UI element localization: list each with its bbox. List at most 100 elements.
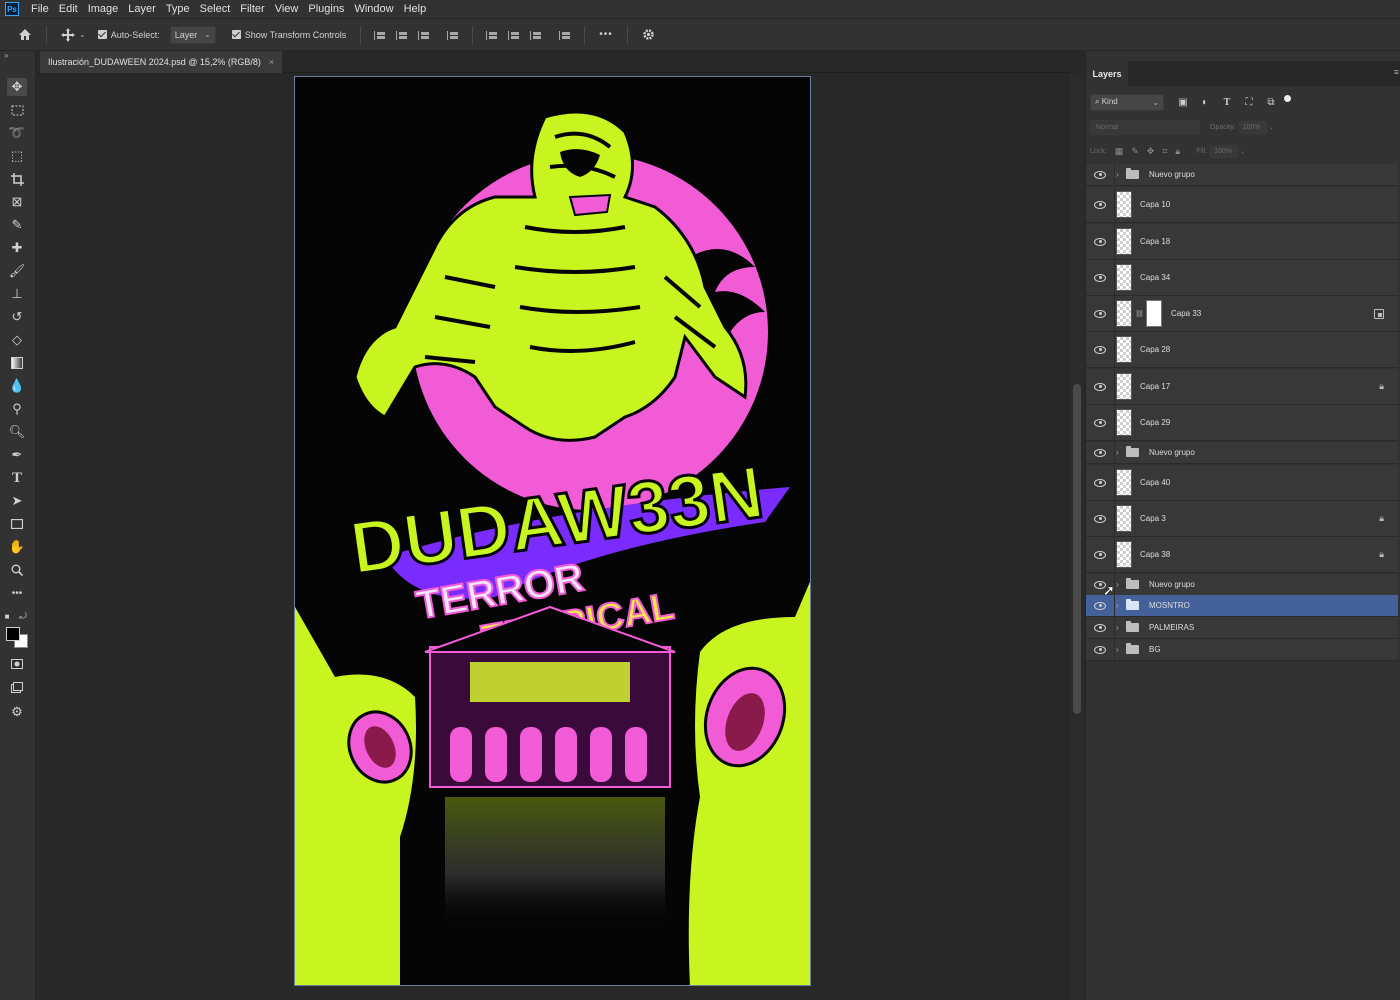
lasso-tool-icon[interactable]: ➰ — [7, 124, 27, 142]
brush-tool-icon[interactable]: 🖌 — [7, 262, 27, 280]
foreground-color-swatch[interactable] — [6, 627, 20, 641]
move-tool-preset-icon[interactable]: ⌄ — [61, 27, 86, 42]
layer-row[interactable]: › PALMEIRAS — [1086, 617, 1398, 639]
eyedropper-tool-icon[interactable]: ✎ — [7, 216, 27, 234]
scrollbar-thumb[interactable] — [1073, 384, 1081, 714]
visibility-eye-icon[interactable] — [1093, 478, 1107, 487]
gradient-tool-icon[interactable] — [7, 354, 27, 372]
visibility-eye-icon[interactable] — [1093, 623, 1107, 632]
menu-image[interactable]: Image — [84, 3, 125, 15]
visibility-eye-icon[interactable] — [1093, 514, 1107, 523]
visibility-eye-icon[interactable] — [1093, 170, 1107, 179]
visibility-eye-icon[interactable] — [1093, 448, 1107, 457]
dodge-tool-icon[interactable]: ⚲ — [7, 400, 27, 418]
layer-row[interactable]: Capa 28 — [1086, 332, 1398, 368]
layer-mask-thumbnail[interactable] — [1146, 300, 1162, 327]
distribute-horizontal-icon[interactable] — [447, 29, 459, 41]
chevron-down-icon[interactable]: ⌄ — [1269, 124, 1274, 131]
chevron-right-icon[interactable]: › — [1116, 601, 1119, 610]
more-options-button[interactable]: ••• — [599, 29, 613, 40]
lock-all-icon[interactable]: 🔒︎ — [1175, 146, 1180, 157]
visibility-eye-icon[interactable] — [1093, 418, 1107, 427]
artwork-canvas[interactable]: DUDAW33N TERROR TROPICAL — [294, 76, 811, 986]
align-bottom-icon[interactable] — [530, 29, 542, 41]
align-vertical-center-icon[interactable] — [508, 29, 520, 41]
layer-row[interactable]: Capa 38 🔒︎ — [1086, 537, 1398, 573]
path-select-tool-icon[interactable]: ➤ — [7, 492, 27, 510]
visibility-eye-icon[interactable] — [1093, 273, 1107, 282]
layer-row[interactable]: Capa 17 🔒︎ — [1086, 369, 1398, 405]
opacity-input[interactable]: 100% — [1238, 120, 1267, 134]
chevron-right-icon[interactable]: › — [1116, 580, 1119, 589]
eraser-tool-icon[interactable]: ◇ — [7, 331, 27, 349]
type-tool-icon[interactable]: T — [7, 469, 27, 487]
chevron-right-icon[interactable]: › — [1116, 448, 1119, 457]
layer-row[interactable]: Capa 29 — [1086, 405, 1398, 441]
auto-select-target-dropdown[interactable]: Layer ⌄ — [169, 25, 216, 44]
stamp-tool-icon[interactable]: ⊥ — [7, 285, 27, 303]
filter-toggle[interactable] — [1284, 94, 1291, 102]
object-select-tool-icon[interactable]: ⬚ — [7, 147, 27, 165]
crop-tool-icon[interactable] — [7, 170, 27, 188]
document-tab[interactable]: Ilustración_DUDAWEEN 2024.psd @ 15,2% (R… — [40, 51, 283, 73]
visibility-eye-icon[interactable] — [1093, 345, 1107, 354]
lock-position-icon[interactable]: ✥ — [1147, 146, 1155, 157]
visibility-eye-icon[interactable] — [1093, 645, 1107, 654]
auto-select-checkbox[interactable]: Auto-Select: — [97, 30, 160, 40]
layer-row[interactable]: Capa 18 — [1086, 224, 1398, 260]
align-top-icon[interactable] — [486, 29, 498, 41]
layer-row[interactable]: Capa 3 🔒︎ — [1086, 501, 1398, 537]
visibility-eye-icon[interactable] — [1093, 200, 1107, 209]
visibility-eye-icon[interactable] — [1093, 601, 1107, 610]
canvas-vertical-scrollbar[interactable] — [1070, 74, 1084, 1000]
close-icon[interactable]: × — [269, 57, 274, 67]
link-chain-icon[interactable]: ⛓ — [1135, 310, 1144, 318]
panel-menu-icon[interactable]: ≡ — [1394, 67, 1399, 77]
menu-view[interactable]: View — [271, 3, 305, 15]
lock-artboard-icon[interactable]: ⌗ — [1162, 146, 1167, 157]
filter-smart-object-icon[interactable]: ⧉ — [1264, 97, 1278, 108]
blur-tool-icon[interactable]: 💧 — [7, 377, 27, 395]
chevron-right-icon[interactable]: › — [1116, 645, 1119, 654]
screen-mode-icon[interactable] — [7, 678, 27, 696]
photoshop-logo[interactable]: Ps — [5, 2, 19, 16]
align-left-icon[interactable] — [374, 29, 386, 41]
menu-plugins[interactable]: Plugins — [304, 3, 350, 15]
align-right-icon[interactable] — [418, 29, 430, 41]
layer-row[interactable]: › BG — [1086, 639, 1398, 661]
menu-file[interactable]: File — [27, 3, 55, 15]
layer-row[interactable]: ⛓ Capa 33 — [1086, 296, 1398, 332]
filter-kind-dropdown[interactable]: ⌕ Kind ⌄ — [1090, 93, 1164, 111]
align-horizontal-center-icon[interactable] — [396, 29, 408, 41]
menu-window[interactable]: Window — [350, 3, 399, 15]
rectangle-tool-icon[interactable] — [7, 515, 27, 533]
healing-brush-tool-icon[interactable]: ✚ — [7, 239, 27, 257]
more-tools-icon[interactable]: ••• — [7, 584, 27, 602]
layer-row-selected[interactable]: › MOSNTRO — [1086, 595, 1398, 617]
visibility-eye-icon[interactable] — [1093, 309, 1107, 318]
chevron-down-icon[interactable]: ⌄ — [1240, 148, 1245, 155]
chevron-right-icon[interactable]: › — [1116, 623, 1119, 632]
distribute-vertical-icon[interactable] — [559, 29, 571, 41]
tab-layers[interactable]: Layers — [1086, 61, 1128, 86]
default-colors-icon[interactable]: ■ — [2, 607, 12, 625]
marquee-tool-icon[interactable] — [7, 101, 27, 119]
pen-tool-icon[interactable]: ✒ — [7, 446, 27, 464]
filter-type-icon[interactable]: T — [1220, 97, 1234, 108]
blend-mode-dropdown[interactable]: Normal — [1090, 119, 1200, 135]
swap-colors-icon[interactable]: ⤾ — [18, 607, 28, 625]
show-transform-controls-checkbox[interactable]: Show Transform Controls — [231, 30, 346, 40]
menu-filter[interactable]: Filter — [236, 3, 270, 15]
filter-shape-icon[interactable]: ⛶ — [1242, 97, 1256, 108]
frame-tool-icon[interactable]: ⊠ — [7, 193, 27, 211]
edit-toolbar-icon[interactable]: ⚙ — [7, 703, 27, 721]
menu-edit[interactable]: Edit — [55, 3, 84, 15]
home-icon[interactable] — [18, 28, 32, 41]
layer-row[interactable]: Capa 10 — [1086, 187, 1398, 223]
menu-help[interactable]: Help — [400, 3, 433, 15]
chevron-right-icon[interactable]: › — [1116, 170, 1119, 179]
zoom-tool-icon[interactable] — [7, 561, 27, 579]
visibility-eye-icon[interactable] — [1093, 382, 1107, 391]
visibility-eye-icon[interactable] — [1093, 237, 1107, 246]
history-brush-tool-icon[interactable]: ↺ — [7, 308, 27, 326]
